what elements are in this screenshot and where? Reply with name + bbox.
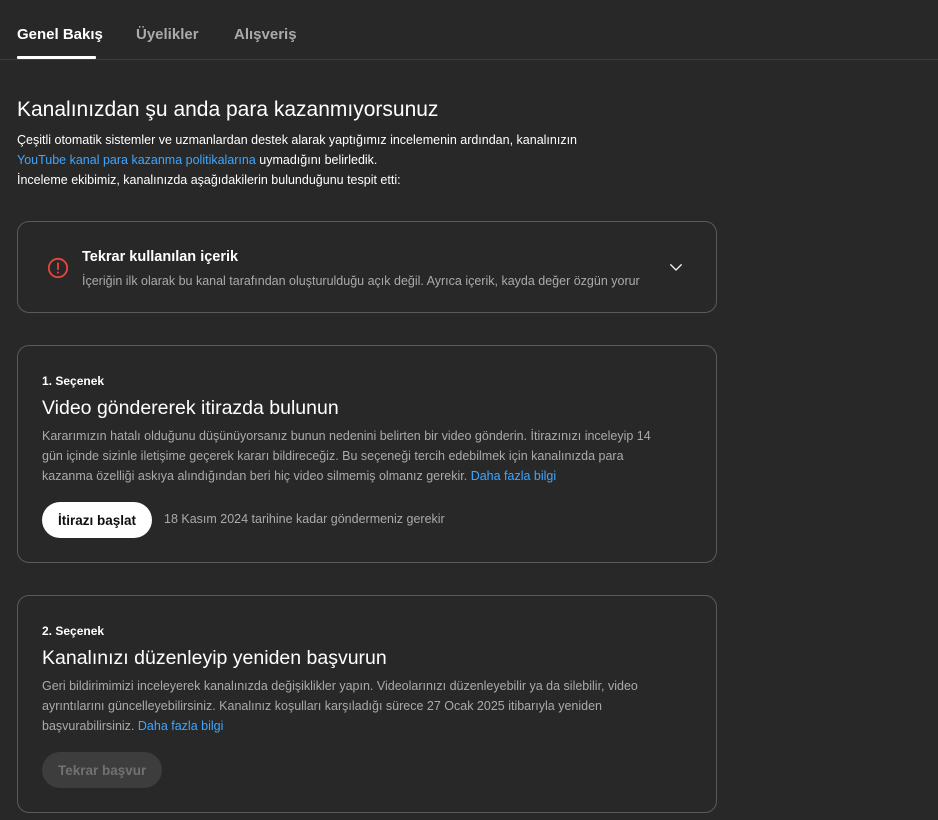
option-2-learn-more-link[interactable]: Daha fazla bilgi bbox=[138, 719, 223, 733]
option-1-label: 1. Seçenek bbox=[42, 374, 105, 388]
option-2-desc-line-2: ayrıntılarını güncelleyebilirsiniz. Kana… bbox=[42, 699, 603, 713]
error-icon bbox=[47, 257, 69, 279]
start-appeal-button[interactable]: İtirazı başlat bbox=[42, 502, 153, 538]
intro-line-3: İnceleme ekibimiz, kanalınızda aşağıdaki… bbox=[17, 173, 401, 187]
appeal-deadline: 18 Kasım 2024 tarihine kadar göndermeniz… bbox=[164, 512, 445, 526]
intro-line-2: YouTube kanal para kazanma politikaların… bbox=[17, 150, 717, 170]
reapply-button[interactable]: Tekrar başvur bbox=[42, 752, 163, 788]
page-title: Kanalınızdan şu anda para kazanmıyorsunu… bbox=[17, 98, 439, 121]
option-1-desc-line-3: kazanma özelliği askıya alındığından ber… bbox=[42, 466, 702, 486]
intro-text: Çeşitli otomatik sistemler ve uzmanlarda… bbox=[17, 130, 717, 190]
option-2-label: 2. Seçenek bbox=[42, 624, 105, 638]
policy-link[interactable]: YouTube kanal para kazanma politikaların… bbox=[17, 153, 256, 167]
chevron-down-icon[interactable] bbox=[667, 258, 685, 276]
tab-memberships[interactable]: Üyelikler bbox=[136, 26, 199, 43]
option-2-desc-line-3: başvurabilirsiniz. Daha fazla bilgi bbox=[42, 716, 702, 736]
option-1-desc-line-1: Kararımızın hatalı olduğunu düşünüyorsan… bbox=[42, 429, 651, 443]
tab-shopping[interactable]: Alışveriş bbox=[234, 26, 297, 43]
option-1-learn-more-link[interactable]: Daha fazla bilgi bbox=[471, 469, 556, 483]
issue-title: Tekrar kullanılan içerik bbox=[82, 249, 239, 265]
issue-description: İçeriğin ilk olarak bu kanal tarafından … bbox=[82, 274, 640, 288]
option-1-card: 1. Seçenek Video göndererek itirazda bul… bbox=[17, 345, 717, 563]
intro-line-2-rest: uymadığını belirledik. bbox=[255, 153, 378, 167]
option-2-title: Kanalınızı düzenleyip yeniden başvurun bbox=[42, 647, 387, 669]
option-2-description: Geri bildirimimizi inceleyerek kanalınız… bbox=[42, 676, 702, 736]
option-2-desc-line-1: Geri bildirimimizi inceleyerek kanalınız… bbox=[42, 679, 638, 693]
tab-bar: Genel Bakış Üyelikler Alışveriş bbox=[0, 0, 938, 60]
option-1-desc-line-3-text: kazanma özelliği askıya alındığından ber… bbox=[42, 469, 468, 483]
issue-card[interactable]: Tekrar kullanılan içerik İçeriğin ilk ol… bbox=[17, 221, 717, 313]
option-1-title: Video göndererek itirazda bulunun bbox=[42, 397, 339, 419]
tab-overview[interactable]: Genel Bakış bbox=[17, 26, 103, 43]
option-2-card: 2. Seçenek Kanalınızı düzenleyip yeniden… bbox=[17, 595, 717, 813]
option-1-desc-line-2: gün içinde sizinle iletişime geçerek kar… bbox=[42, 449, 624, 463]
option-2-desc-line-3-text: başvurabilirsiniz. bbox=[42, 719, 135, 733]
active-tab-indicator bbox=[17, 56, 96, 59]
option-1-description: Kararımızın hatalı olduğunu düşünüyorsan… bbox=[42, 426, 702, 486]
intro-line-1: Çeşitli otomatik sistemler ve uzmanlarda… bbox=[17, 133, 577, 147]
